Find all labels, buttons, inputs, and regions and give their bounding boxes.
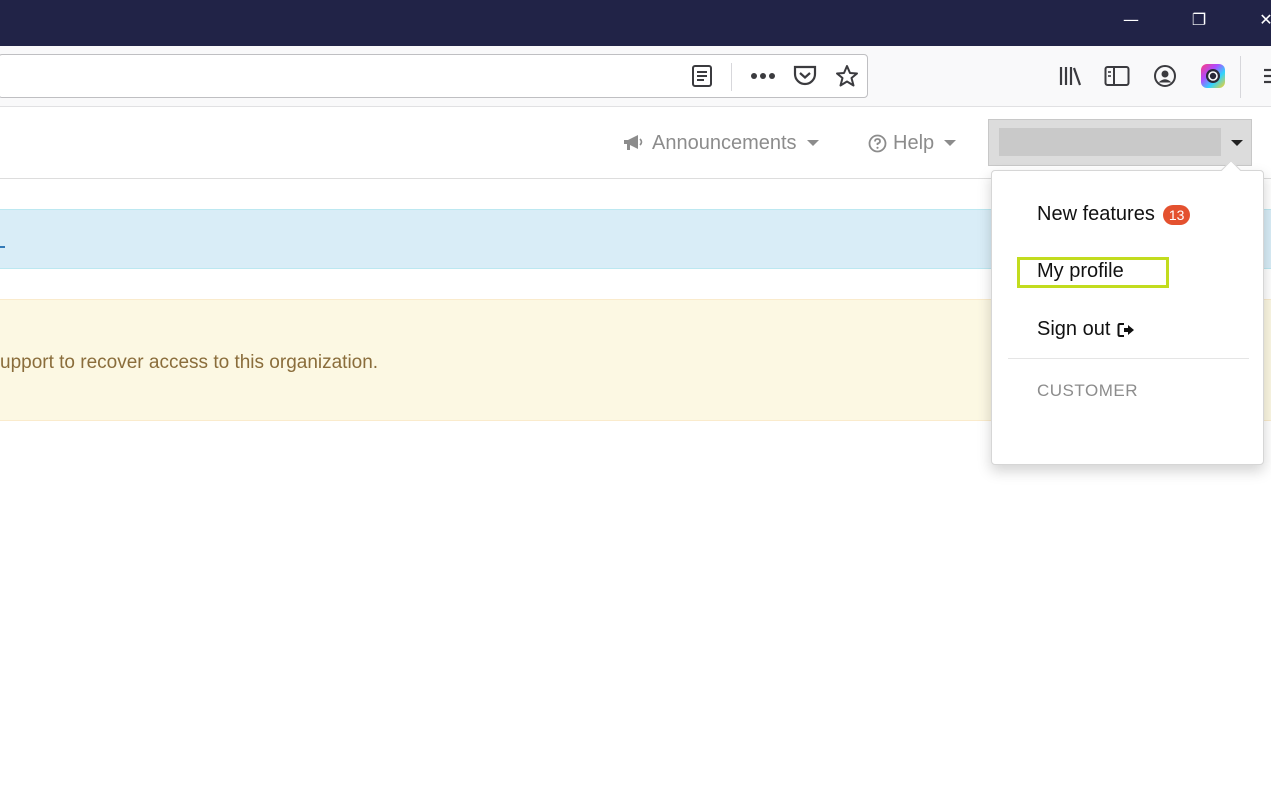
bookmark-star-icon[interactable] xyxy=(833,62,861,90)
menu-icon[interactable] xyxy=(1258,62,1271,90)
browser-toolbar xyxy=(0,46,1271,107)
url-bar[interactable] xyxy=(0,54,868,98)
restore-button[interactable]: ❐ xyxy=(1187,8,1211,32)
help-label: Help xyxy=(893,131,935,154)
announcements-label: Announcements xyxy=(652,131,797,154)
extension-icon[interactable] xyxy=(1199,62,1227,90)
info-banner-link[interactable] xyxy=(0,232,5,248)
menu-divider xyxy=(1008,358,1249,359)
sign-out-icon xyxy=(1117,322,1135,338)
help-dropdown[interactable]: Help xyxy=(868,131,957,155)
my-profile-item[interactable]: My profile xyxy=(1037,260,1124,283)
question-circle-icon xyxy=(868,134,887,153)
announcements-dropdown[interactable]: Announcements xyxy=(623,131,819,155)
sign-out-item[interactable]: Sign out xyxy=(1037,318,1135,341)
new-features-badge: 13 xyxy=(1162,204,1191,225)
more-actions-icon[interactable] xyxy=(749,62,777,90)
caret-down-icon xyxy=(1231,140,1243,146)
account-icon[interactable] xyxy=(1151,62,1179,90)
chevron-down-icon xyxy=(944,140,957,146)
user-menu-button[interactable] xyxy=(988,119,1252,166)
warning-message: upport to recover access to this organiz… xyxy=(0,352,379,373)
section-header: CUSTOMER xyxy=(1037,381,1138,400)
toolbar-divider xyxy=(1240,56,1241,98)
app-navbar: Announcements Help xyxy=(0,107,1271,179)
reader-view-icon[interactable] xyxy=(688,62,716,90)
sidebar-icon[interactable] xyxy=(1103,62,1131,90)
window-titlebar: — ❐ ✕ xyxy=(0,0,1271,46)
chevron-down-icon xyxy=(806,140,819,146)
url-bar-divider xyxy=(731,63,732,91)
new-features-item[interactable]: New features 13 xyxy=(1037,203,1191,226)
sign-out-label: Sign out xyxy=(1037,318,1111,340)
pocket-icon[interactable] xyxy=(791,62,819,90)
my-profile-label: My profile xyxy=(1037,260,1124,282)
redacted-username xyxy=(999,128,1221,156)
library-icon[interactable] xyxy=(1056,62,1084,90)
new-features-label: New features xyxy=(1037,203,1155,225)
user-dropdown-menu: New features 13 My profile Sign out CUST… xyxy=(991,160,1264,465)
minimize-button[interactable]: — xyxy=(1119,8,1143,32)
close-window-button[interactable]: ✕ xyxy=(1254,8,1271,32)
megaphone-icon xyxy=(623,134,644,152)
